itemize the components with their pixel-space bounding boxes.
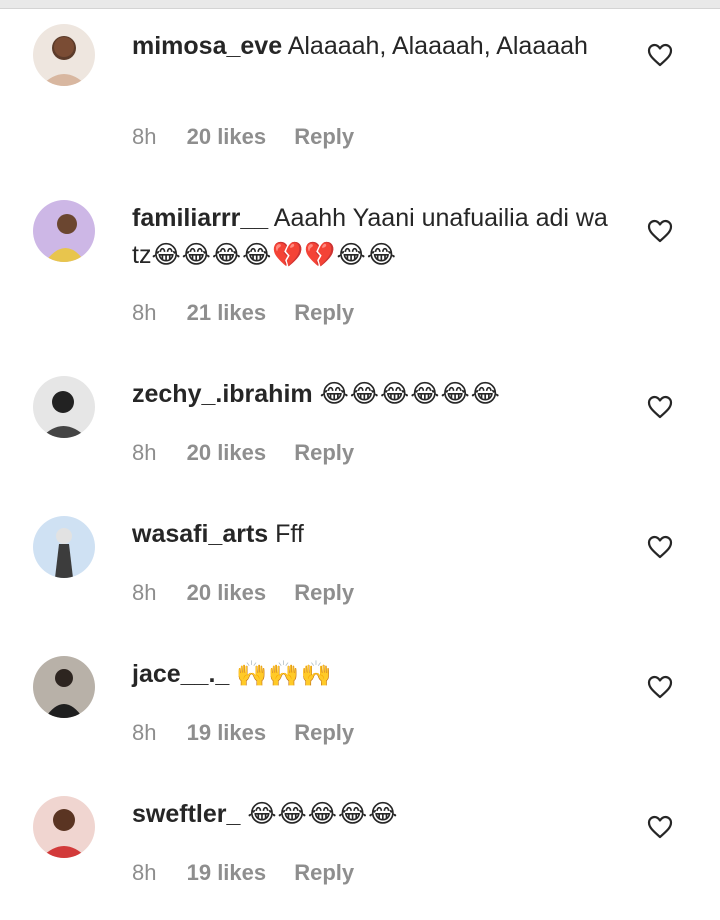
comment-likes[interactable]: 21 likes	[187, 300, 267, 325]
reply-button[interactable]: Reply	[294, 300, 354, 325]
comment-text: sweftler_ 😂😂😂😂😂	[132, 796, 622, 833]
comment-time: 8h	[132, 860, 157, 885]
comment-emoji: 😂😂😂😂😂	[247, 800, 399, 828]
reply-button[interactable]: Reply	[294, 580, 354, 605]
comment-meta: 8h 21 likes Reply	[132, 300, 376, 326]
comment-text: jace__._ 🙌🙌🙌	[132, 656, 622, 693]
comment-meta: 8h 20 likes Reply	[132, 124, 376, 150]
comment-username[interactable]: zechy_.ibrahim	[132, 380, 313, 408]
avatar[interactable]	[33, 200, 95, 262]
reply-button[interactable]: Reply	[294, 860, 354, 885]
top-divider	[0, 0, 720, 9]
comment-text: wasafi_arts Fff	[132, 516, 622, 553]
comment-emoji: 🙌🙌🙌	[236, 660, 333, 688]
reply-button[interactable]: Reply	[294, 720, 354, 745]
heart-outline-icon[interactable]	[647, 535, 673, 559]
comment-time: 8h	[132, 720, 157, 745]
heart-outline-icon[interactable]	[647, 815, 673, 839]
avatar[interactable]	[33, 796, 95, 858]
avatar[interactable]	[33, 24, 95, 86]
comment-username[interactable]: jace__._	[132, 660, 229, 688]
comment-body: Fff	[275, 520, 304, 548]
comment-likes[interactable]: 19 likes	[187, 720, 267, 745]
avatar[interactable]	[33, 376, 95, 438]
comment-likes[interactable]: 19 likes	[187, 860, 267, 885]
comment-time: 8h	[132, 440, 157, 465]
comment-username[interactable]: familiarrr__	[132, 204, 268, 232]
comment-body: Alaaaah, Alaaaah, Alaaaah	[287, 32, 588, 60]
comment-meta: 8h 19 likes Reply	[132, 720, 376, 746]
comment-likes[interactable]: 20 likes	[187, 124, 267, 149]
comment-emoji: 😂😂😂😂💔💔😂😂	[151, 241, 397, 269]
heart-outline-icon[interactable]	[647, 43, 673, 67]
comment-likes[interactable]: 20 likes	[187, 440, 267, 465]
reply-button[interactable]: Reply	[294, 440, 354, 465]
reply-button[interactable]: Reply	[294, 124, 354, 149]
comment-time: 8h	[132, 300, 157, 325]
comment-meta: 8h 20 likes Reply	[132, 580, 376, 606]
comment-time: 8h	[132, 580, 157, 605]
comment-emoji: 😂😂😂😂😂😂	[319, 380, 501, 408]
comment-text: familiarrr__ Aaahh Yaani unafuailia adi …	[132, 200, 622, 274]
comment-meta: 8h 19 likes Reply	[132, 860, 376, 886]
comment-username[interactable]: sweftler_	[132, 800, 240, 828]
comment-time: 8h	[132, 124, 157, 149]
heart-outline-icon[interactable]	[647, 675, 673, 699]
comment-text: zechy_.ibrahim 😂😂😂😂😂😂	[132, 376, 622, 413]
comment-username[interactable]: wasafi_arts	[132, 520, 268, 548]
avatar[interactable]	[33, 516, 95, 578]
comment-username[interactable]: mimosa_eve	[132, 32, 282, 60]
heart-outline-icon[interactable]	[647, 219, 673, 243]
comment-meta: 8h 20 likes Reply	[132, 440, 376, 466]
heart-outline-icon[interactable]	[647, 395, 673, 419]
comment-likes[interactable]: 20 likes	[187, 580, 267, 605]
comment-text: mimosa_eve Alaaaah, Alaaaah, Alaaaah	[132, 28, 622, 65]
avatar[interactable]	[33, 656, 95, 718]
